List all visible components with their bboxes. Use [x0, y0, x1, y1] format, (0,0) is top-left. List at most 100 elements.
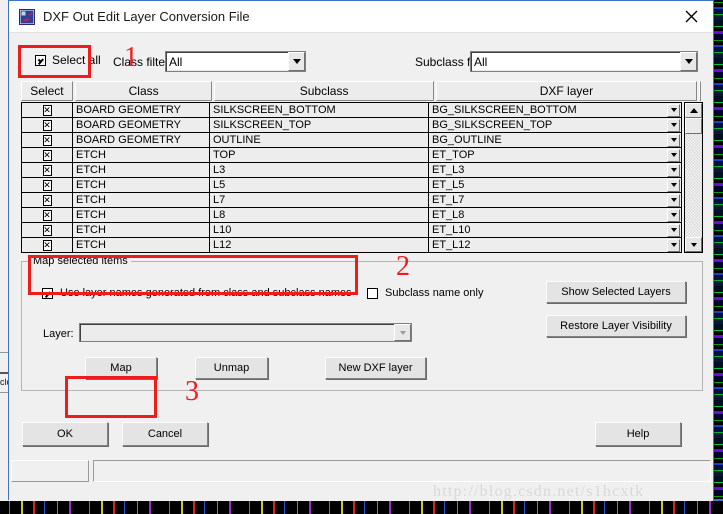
row-dxf-layer-cell[interactable]: ET_L3: [429, 163, 681, 177]
chevron-down-icon[interactable]: [288, 52, 305, 71]
table-vertical-scrollbar[interactable]: [684, 102, 703, 253]
row-dxf-layer-value: BG_OUTLINE: [432, 134, 502, 146]
chevron-down-icon[interactable]: [667, 208, 680, 222]
table-row[interactable]: ✕ ETCH L10 ET_L10: [22, 223, 681, 238]
row-selected-icon[interactable]: ✕: [42, 224, 52, 236]
row-dxf-layer-value: ET_L10: [432, 224, 471, 236]
unmap-button[interactable]: Unmap: [195, 357, 268, 379]
chevron-down-icon[interactable]: [667, 163, 680, 177]
row-subclass-cell: L12: [210, 238, 429, 252]
row-dxf-layer-cell[interactable]: BG_SILKSCREEN_TOP: [429, 118, 681, 132]
row-subclass-cell: L3: [210, 163, 429, 177]
chevron-down-icon[interactable]: [667, 178, 680, 192]
subclass-name-only-checkbox[interactable]: Subclass name only: [367, 287, 483, 299]
row-dxf-layer-cell[interactable]: ET_L10: [429, 223, 681, 237]
table-row[interactable]: ✕ BOARD GEOMETRY SILKSCREEN_TOP BG_SILKSCRE…: [22, 118, 681, 133]
restore-layer-visibility-button[interactable]: Restore Layer Visibility: [546, 315, 686, 337]
table-row[interactable]: ✕ BOARD GEOMETRY OUTLINE BG_OUTLINE: [22, 133, 681, 148]
table-row[interactable]: ✕ ETCH L5 ET_L5: [22, 178, 681, 193]
row-select-cell[interactable]: ✕: [22, 148, 73, 162]
scroll-down-icon[interactable]: [685, 237, 702, 252]
ok-button[interactable]: OK: [22, 422, 108, 446]
annotation-box-select-all: [18, 45, 91, 78]
row-dxf-layer-cell[interactable]: ET_TOP: [429, 148, 681, 162]
new-dxf-layer-button[interactable]: New DXF layer: [325, 357, 426, 379]
row-dxf-layer-value: BG_SILKSCREEN_BOTTOM: [432, 104, 577, 116]
row-dxf-layer-cell[interactable]: ET_L5: [429, 178, 681, 192]
row-select-cell[interactable]: ✕: [22, 178, 73, 192]
row-dxf-layer-cell[interactable]: ET_L7: [429, 193, 681, 207]
row-dxf-layer-value: ET_L3: [432, 164, 465, 176]
chevron-down-icon[interactable]: [667, 118, 680, 132]
layer-dropdown[interactable]: [79, 323, 412, 342]
chevron-down-icon[interactable]: [394, 324, 411, 341]
table-body: ✕ BOARD GEOMETRY SILKSCREEN_BOTTOM BG_SILKS…: [21, 102, 682, 253]
row-selected-icon[interactable]: ✕: [42, 119, 52, 131]
row-dxf-layer-value: ET_L5: [432, 179, 465, 191]
row-selected-icon[interactable]: ✕: [42, 164, 52, 176]
row-selected-icon[interactable]: ✕: [42, 134, 52, 146]
chevron-down-icon[interactable]: [667, 133, 680, 147]
row-subclass-cell: L7: [210, 193, 429, 207]
row-class-cell: BOARD GEOMETRY: [73, 133, 210, 147]
row-selected-icon[interactable]: ✕: [42, 239, 52, 251]
row-select-cell[interactable]: ✕: [22, 133, 73, 147]
chevron-down-icon[interactable]: [667, 223, 680, 237]
column-header-dxf-layer[interactable]: DXF layer: [435, 81, 697, 101]
table-row[interactable]: ✕ ETCH L3 ET_L3: [22, 163, 681, 178]
annotation-marker-2: 2: [396, 251, 410, 282]
chevron-down-icon[interactable]: [667, 103, 680, 117]
row-selected-icon[interactable]: ✕: [42, 104, 52, 116]
row-selected-icon[interactable]: ✕: [42, 149, 52, 161]
row-select-cell[interactable]: ✕: [22, 163, 73, 177]
row-select-cell[interactable]: ✕: [22, 208, 73, 222]
chevron-down-icon[interactable]: [680, 52, 697, 71]
table-header-row: Select Class Subclass DXF layer: [21, 81, 703, 101]
row-select-cell[interactable]: ✕: [22, 118, 73, 132]
column-header-select[interactable]: Select: [21, 81, 73, 101]
chevron-down-icon[interactable]: [667, 148, 680, 162]
row-class-cell: ETCH: [73, 193, 210, 207]
table-row[interactable]: ✕ ETCH L12 ET_L12: [22, 238, 681, 252]
status-bar-cell-left: [11, 460, 89, 482]
allegro-dxf-icon: [19, 8, 35, 25]
row-selected-icon[interactable]: ✕: [42, 194, 52, 206]
cancel-button[interactable]: Cancel: [122, 422, 208, 446]
class-filter-dropdown[interactable]: All: [165, 51, 306, 72]
table-row[interactable]: ✕ BOARD GEOMETRY SILKSCREEN_BOTTOM BG_SILKS…: [22, 103, 681, 118]
column-header-subclass[interactable]: Subclass: [214, 81, 434, 101]
subclass-filter-value: All: [474, 54, 488, 69]
show-selected-layers-button[interactable]: Show Selected Layers: [546, 281, 686, 303]
scrollbar-track[interactable]: [685, 118, 702, 237]
row-select-cell[interactable]: ✕: [22, 238, 73, 252]
checkbox-icon[interactable]: [367, 287, 378, 299]
chevron-down-icon[interactable]: [667, 238, 680, 252]
row-dxf-layer-cell[interactable]: ET_L12: [429, 238, 681, 252]
help-button[interactable]: Help: [595, 422, 681, 446]
row-selected-icon[interactable]: ✕: [42, 209, 52, 221]
row-subclass-cell: L5: [210, 178, 429, 192]
subclass-filter-dropdown[interactable]: All: [470, 51, 698, 72]
row-dxf-layer-cell[interactable]: BG_OUTLINE: [429, 133, 681, 147]
row-selected-icon[interactable]: ✕: [42, 179, 52, 191]
column-header-spacer: [699, 81, 701, 101]
watermark-text: http://blog.csdn.net/s1hcxtk: [433, 483, 645, 500]
scrollbar-thumb[interactable]: [685, 118, 702, 134]
background-pcb-artwork-bottom: [0, 501, 723, 514]
column-header-class[interactable]: Class: [74, 81, 213, 101]
row-class-cell: ETCH: [73, 238, 210, 252]
row-dxf-layer-value: BG_SILKSCREEN_TOP: [432, 119, 553, 131]
table-row[interactable]: ✕ ETCH L7 ET_L7: [22, 193, 681, 208]
dxf-layer-conversion-dialog: DXF Out Edit Layer Conversion File Selec…: [8, 0, 714, 501]
row-dxf-layer-cell[interactable]: BG_SILKSCREEN_BOTTOM: [429, 103, 681, 117]
scroll-up-icon[interactable]: [685, 103, 702, 118]
row-dxf-layer-cell[interactable]: ET_L8: [429, 208, 681, 222]
table-row[interactable]: ✕ ETCH L8 ET_L8: [22, 208, 681, 223]
table-row[interactable]: ✕ ETCH TOP ET_TOP: [22, 148, 681, 163]
row-subclass-cell: L8: [210, 208, 429, 222]
close-icon[interactable]: [669, 1, 713, 32]
chevron-down-icon[interactable]: [667, 193, 680, 207]
row-select-cell[interactable]: ✕: [22, 223, 73, 237]
row-select-cell[interactable]: ✕: [22, 193, 73, 207]
row-select-cell[interactable]: ✕: [22, 103, 73, 117]
